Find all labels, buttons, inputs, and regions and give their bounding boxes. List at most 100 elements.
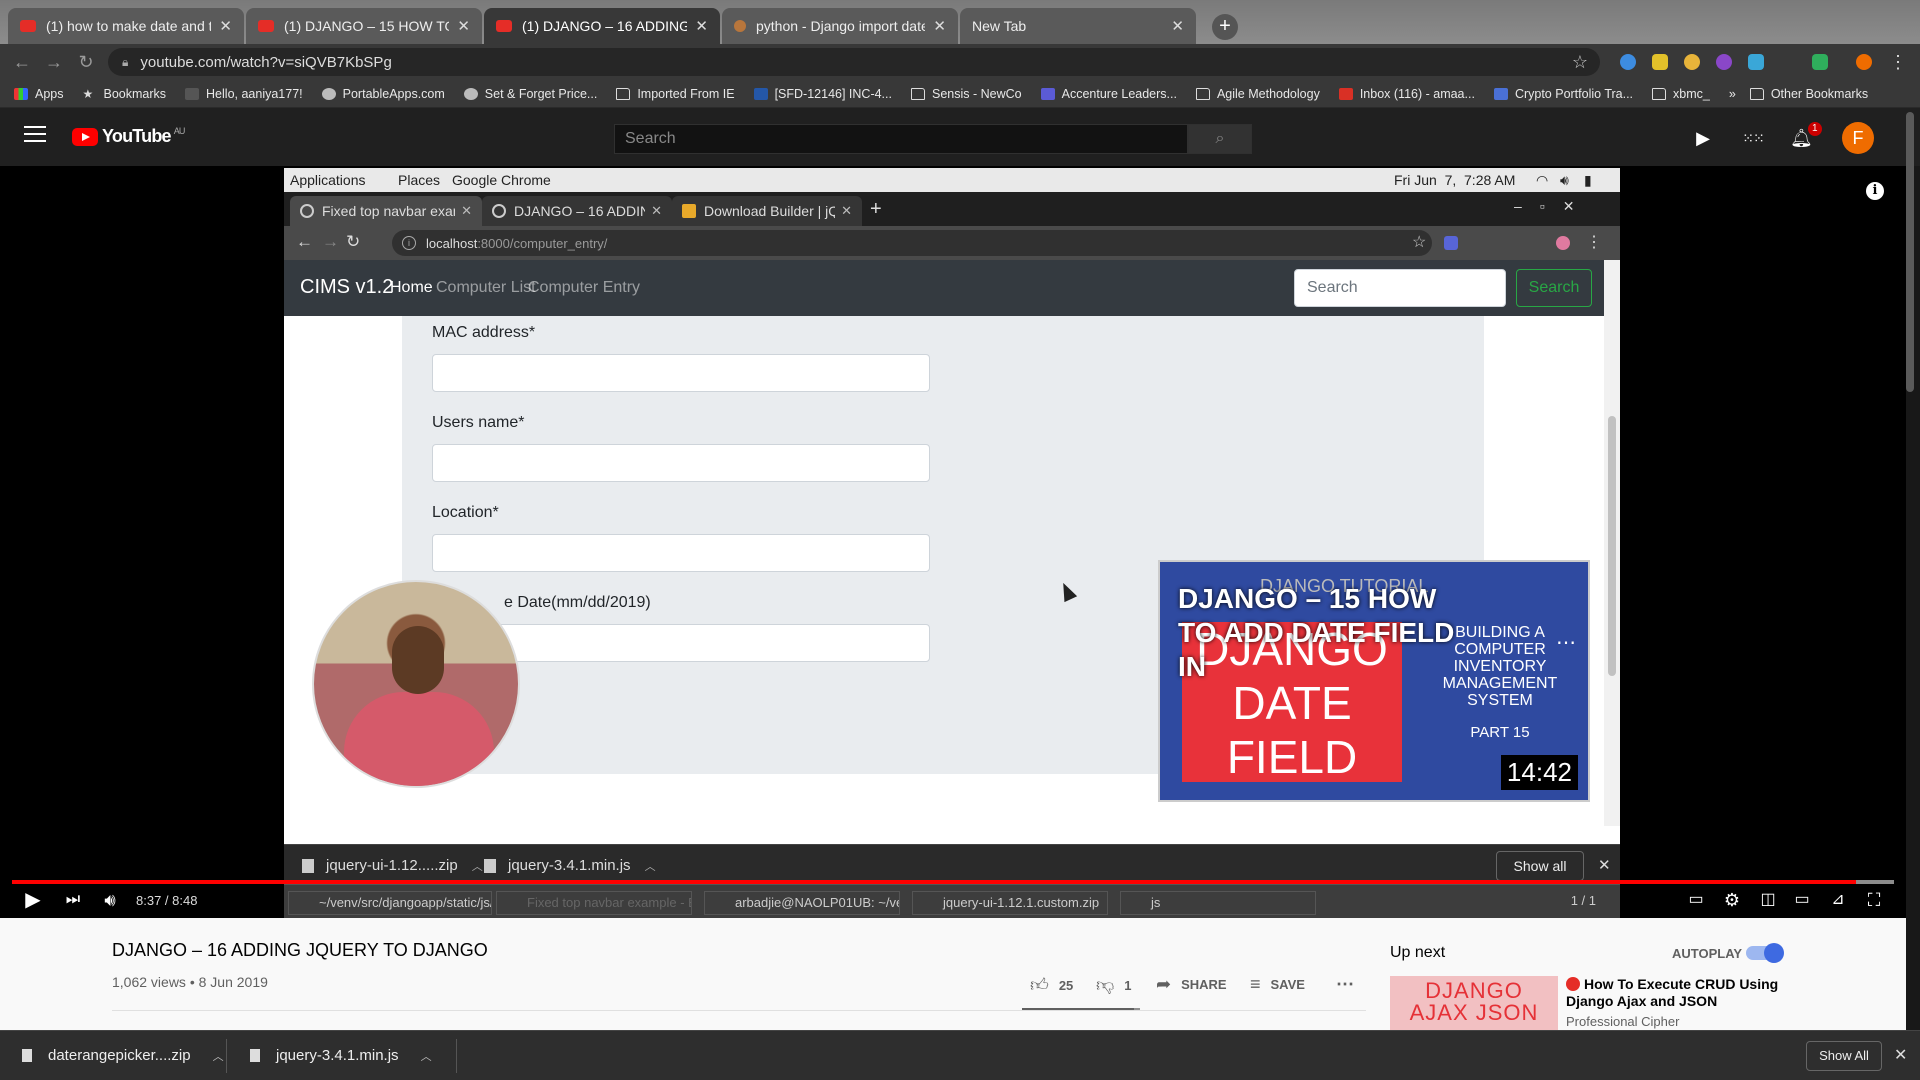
download-item[interactable]: jquery-3.4.1.min.js ︿ bbox=[250, 1047, 432, 1064]
logo-text: YouTube bbox=[102, 126, 172, 146]
tab-close-icon: ✕ bbox=[841, 203, 852, 218]
tab-close-icon[interactable]: ✕ bbox=[933, 17, 946, 35]
chevron-up-icon[interactable]: ︿ bbox=[213, 1048, 224, 1064]
bookmark-item[interactable]: PortableApps.com bbox=[321, 86, 445, 101]
current-time: 8:37 bbox=[136, 893, 162, 908]
more-actions-icon[interactable]: ⋯ bbox=[1336, 974, 1354, 995]
site-icon bbox=[321, 87, 336, 100]
hamburger-menu-icon[interactable] bbox=[24, 126, 46, 144]
jquery-shield-icon bbox=[682, 204, 696, 218]
page-scrollbar[interactable] bbox=[1906, 112, 1914, 392]
taskbar-item: jquery-ui-1.12.1.custom.zip bbox=[912, 891, 1108, 915]
applications-menu: Applications bbox=[290, 172, 366, 188]
tab-close-icon[interactable]: ✕ bbox=[1171, 17, 1184, 35]
bookmark-folder[interactable]: xbmc_ bbox=[1652, 87, 1710, 101]
search-input[interactable]: Search bbox=[614, 124, 1188, 154]
dislike-button[interactable]: 👎︎ 1 bbox=[1096, 974, 1132, 996]
bookmark-item[interactable]: Apps bbox=[14, 87, 64, 101]
extension-green-icon[interactable] bbox=[1812, 54, 1828, 70]
search-icon: ⌕ bbox=[1215, 130, 1225, 147]
end-screen-video-card[interactable]: DJANGO TUTORIAL DJANGO DATE FIELD BUILDI… bbox=[1158, 560, 1590, 802]
address-bar[interactable]: 🔒︎ youtube.com/watch?v=siQVB7KbSPg ☆ bbox=[108, 48, 1600, 76]
apps-grid-icon[interactable]: ⁙⁙ bbox=[1742, 128, 1764, 148]
theater-mode-icon[interactable]: ▭ bbox=[1790, 888, 1814, 912]
bookmark-folder[interactable]: Imported From IE bbox=[616, 87, 735, 101]
up-next-thumbnail[interactable]: DJANGO AJAX JSON bbox=[1390, 976, 1558, 1030]
toggle-knob bbox=[1764, 943, 1784, 963]
settings-gear-icon[interactable]: ⚙︎ bbox=[1720, 888, 1744, 912]
browser-menu-icon[interactable]: ⋮ bbox=[1886, 50, 1910, 74]
browser-tab[interactable]: python - Django import datetime ✕ bbox=[722, 8, 958, 44]
extension-notes-icon[interactable] bbox=[1652, 54, 1668, 70]
bookmark-item[interactable]: Accenture Leaders... bbox=[1040, 87, 1177, 101]
bookmark-item[interactable]: ★ Bookmarks bbox=[83, 87, 167, 101]
other-bookmarks-folder[interactable]: Other Bookmarks bbox=[1749, 87, 1868, 101]
cast-icon[interactable]: ⊿ bbox=[1826, 888, 1850, 912]
share-button[interactable]: ➦ SHARE bbox=[1156, 974, 1227, 995]
up-next-channel[interactable]: Professional Cipher bbox=[1566, 1014, 1679, 1029]
close-icon[interactable]: ✕ bbox=[1894, 1045, 1907, 1065]
bookmark-item[interactable]: [SFD-12146] INC-4... bbox=[753, 87, 892, 101]
site-brand: CIMS v1.2 bbox=[300, 276, 394, 298]
video-details: DJANGO – 16 ADDING JQUERY TO DJANGO 1,06… bbox=[0, 918, 1906, 1030]
close-icon: ✕ bbox=[1598, 857, 1611, 874]
browser-tab[interactable]: (1) how to make date and time picker ✕ bbox=[8, 8, 244, 44]
browser-tab-active[interactable]: (1) DJANGO – 16 ADDING JQUERY ✕ bbox=[484, 8, 720, 44]
subtitles-icon[interactable]: ▭ bbox=[1684, 888, 1708, 912]
account-avatar[interactable]: F bbox=[1842, 122, 1874, 154]
bookmark-label: Inbox (116) - amaa... bbox=[1359, 86, 1475, 101]
bookmark-folder[interactable]: Agile Methodology bbox=[1195, 87, 1320, 101]
video-progress-bar[interactable] bbox=[12, 880, 1894, 884]
recorded-screen: Applications Places Google Chrome Fri Ju… bbox=[284, 168, 1620, 918]
volume-icon[interactable]: 🔊︎ bbox=[98, 888, 122, 912]
create-video-icon[interactable]: ▶︎ bbox=[1692, 128, 1714, 148]
back-arrow-icon[interactable]: ← bbox=[10, 50, 34, 74]
info-icon[interactable]: i bbox=[1866, 182, 1884, 200]
tab-close-icon[interactable]: ✕ bbox=[457, 17, 470, 35]
up-next-title[interactable]: How To Execute CRUD Using Django Ajax an… bbox=[1566, 976, 1786, 1010]
download-item[interactable]: daterangepicker....zip ︿ bbox=[22, 1047, 224, 1064]
miniplayer-icon[interactable]: ◫ bbox=[1756, 888, 1780, 912]
bookmark-label: PortableApps.com bbox=[342, 86, 445, 101]
profile-avatar-icon[interactable] bbox=[1856, 54, 1872, 70]
bookmark-item[interactable]: Hello, aaniya177! bbox=[185, 87, 303, 101]
view-count: 1,062 views bbox=[112, 974, 186, 990]
download-filename: jquery-3.4.1.min.js bbox=[508, 857, 631, 874]
bookmark-folder[interactable]: Sensis - NewCo bbox=[910, 87, 1022, 101]
bookmark-item[interactable]: Set & Forget Price... bbox=[463, 87, 597, 101]
bookmark-item[interactable]: Crypto Portfolio Tra... bbox=[1493, 86, 1634, 101]
show-all-downloads-button[interactable]: Show All bbox=[1806, 1041, 1882, 1071]
tab-close-icon[interactable]: ✕ bbox=[695, 17, 708, 35]
bookmark-item[interactable]: Inbox (116) - amaa... bbox=[1338, 86, 1475, 101]
more-dots-icon[interactable]: ⋯ bbox=[1556, 630, 1576, 655]
side-line: SYSTEM bbox=[1467, 692, 1533, 709]
play-icon[interactable]: ▶ bbox=[22, 888, 44, 912]
folder-icon bbox=[1652, 87, 1667, 100]
extension-c-icon[interactable] bbox=[1716, 54, 1732, 70]
save-button[interactable]: ≡ SAVE bbox=[1250, 974, 1305, 995]
browser-tab[interactable]: New Tab ✕ bbox=[960, 8, 1196, 44]
tab-close-icon[interactable]: ✕ bbox=[219, 17, 232, 35]
chevron-up-icon[interactable]: ︿ bbox=[421, 1048, 432, 1064]
inner-download-bar: jquery-ui-1.12.....zip ︿ jquery-3.4.1.min… bbox=[284, 844, 1620, 884]
like-button[interactable]: 👍︎ 25 bbox=[1030, 974, 1073, 996]
new-tab-button[interactable]: + bbox=[1212, 14, 1238, 40]
reload-icon[interactable]: ↻ bbox=[74, 50, 98, 74]
autoplay-toggle[interactable] bbox=[1746, 943, 1784, 963]
upload-date: 8 Jun 2019 bbox=[198, 974, 268, 990]
extension-link-icon[interactable] bbox=[1748, 54, 1764, 70]
bookmark-label: Crypto Portfolio Tra... bbox=[1514, 86, 1634, 101]
webcam-overlay bbox=[312, 580, 520, 788]
bookmarks-overflow-button[interactable]: » bbox=[1729, 87, 1736, 101]
video-player[interactable]: i Applications Places Google Chrome Fri … bbox=[0, 166, 1906, 918]
bookmark-star-icon[interactable]: ☆ bbox=[1572, 52, 1588, 73]
extension-emoji-icon[interactable] bbox=[1684, 54, 1700, 70]
forward-arrow-icon[interactable]: → bbox=[42, 50, 66, 74]
next-video-icon[interactable]: ⏭︎ bbox=[62, 888, 84, 912]
youtube-logo[interactable]: YouTube AU bbox=[72, 126, 185, 147]
search-button[interactable]: ⌕ bbox=[1188, 124, 1252, 154]
fullscreen-icon[interactable]: ⛶ bbox=[1862, 888, 1886, 912]
browser-tab[interactable]: (1) DJANGO – 15 HOW TO ADD DATE ✕ bbox=[246, 8, 482, 44]
url-host: localhost bbox=[426, 235, 478, 251]
extension-cloud-icon[interactable] bbox=[1620, 54, 1636, 70]
